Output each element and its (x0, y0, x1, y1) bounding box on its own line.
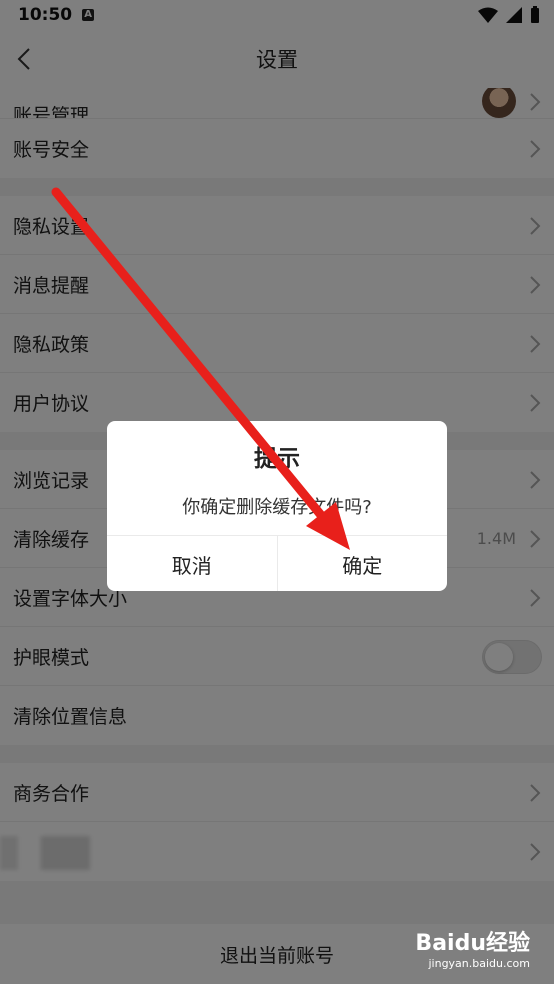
baidu-watermark: Baidu经验 jingyan.baidu.com (415, 925, 530, 970)
cancel-button[interactable]: 取消 (107, 536, 278, 591)
confirm-dialog: 提示 你确定删除缓存文件吗? 取消 确定 (107, 421, 447, 591)
dialog-title: 提示 (254, 446, 300, 472)
dialog-actions: 取消 确定 (107, 535, 447, 591)
dialog-message: 你确定删除缓存文件吗? (182, 497, 372, 518)
watermark-brand: Baidu经验 (415, 931, 530, 956)
watermark-url: jingyan.baidu.com (428, 957, 530, 970)
confirm-button[interactable]: 确定 (278, 536, 448, 591)
